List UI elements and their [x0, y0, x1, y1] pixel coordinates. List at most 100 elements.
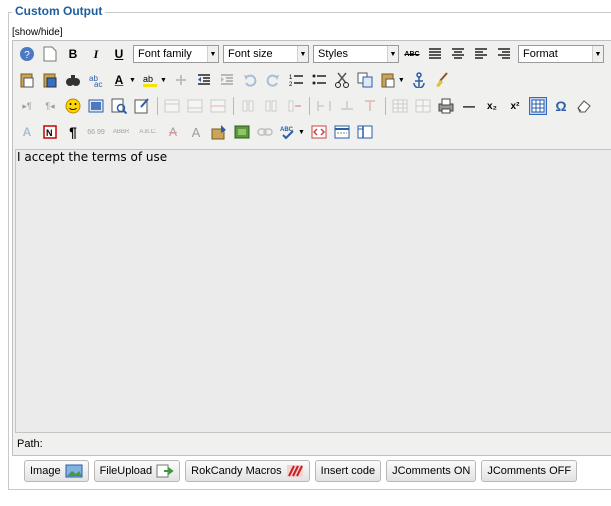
link-icon[interactable] — [256, 123, 274, 141]
cut-icon[interactable] — [333, 71, 351, 89]
strikethrough-button[interactable]: ABC — [403, 45, 421, 63]
spellcheck-icon[interactable]: ABC — [279, 123, 297, 141]
insert-layer-icon[interactable]: N — [41, 123, 59, 141]
svg-text:2: 2 — [289, 82, 293, 87]
copy-icon[interactable] — [356, 71, 374, 89]
style-props-icon[interactable]: A — [18, 123, 36, 141]
new-document-icon[interactable] — [41, 45, 59, 63]
delete-text-button[interactable]: A — [164, 123, 182, 141]
show-blocks-button[interactable]: ¶ — [64, 123, 82, 141]
cleanup-icon[interactable] — [433, 71, 451, 89]
emotions-icon[interactable] — [64, 97, 82, 115]
special-char-button[interactable]: Ω — [552, 97, 570, 115]
styles-select[interactable]: Styles ▼ — [313, 45, 399, 63]
image-button[interactable]: Image — [24, 460, 89, 482]
text-color-icon[interactable]: A — [110, 71, 128, 89]
file-upload-button[interactable]: FileUpload — [93, 460, 181, 482]
eraser-icon[interactable] — [575, 97, 593, 115]
paste-word-icon[interactable] — [41, 71, 59, 89]
image-icon — [65, 464, 83, 478]
abbr-button[interactable]: ABBR — [110, 123, 132, 141]
delete-col-icon[interactable] — [285, 97, 303, 115]
preview-icon[interactable] — [110, 97, 128, 115]
file-upload-icon — [156, 464, 174, 478]
numbered-list-icon[interactable]: 12 — [287, 71, 305, 89]
rtl-icon[interactable]: ¶◂ — [41, 97, 59, 115]
insert-row-after-icon[interactable] — [186, 97, 204, 115]
svg-text:ab: ab — [143, 74, 153, 84]
insert-row-before-icon[interactable] — [163, 97, 181, 115]
anchor-icon[interactable] — [410, 71, 428, 89]
svg-text:N: N — [46, 128, 53, 138]
table-split-icon[interactable] — [361, 97, 379, 115]
align-center-icon[interactable] — [449, 45, 467, 63]
remove-format-icon[interactable] — [172, 71, 190, 89]
insert-text-button[interactable]: A — [187, 123, 205, 141]
italic-button[interactable]: I — [87, 45, 105, 63]
jcomments-off-button-label: JComments OFF — [487, 465, 572, 477]
bullet-list-icon[interactable] — [310, 71, 328, 89]
underline-button[interactable]: U — [110, 45, 128, 63]
editor-content-area[interactable]: I accept the terms of use — [15, 149, 611, 433]
toolbar-separator — [309, 97, 310, 115]
font-family-select[interactable]: Font family ▼ — [133, 45, 219, 63]
insert-code-button-label: Insert code — [320, 465, 376, 477]
replace-icon[interactable]: ab ac — [87, 71, 105, 89]
table-icon[interactable] — [529, 97, 547, 115]
editor-content-text[interactable]: I accept the terms of use — [17, 150, 167, 164]
code-icon[interactable] — [310, 123, 328, 141]
print-icon[interactable] — [437, 97, 455, 115]
chevron-down-icon[interactable]: ▼ — [298, 129, 305, 136]
rokcandy-macros-button[interactable]: RokCandy Macros — [185, 460, 310, 482]
chevron-down-icon[interactable]: ▼ — [160, 77, 167, 84]
chevron-down-icon: ▼ — [387, 46, 398, 62]
insert-col-after-icon[interactable] — [262, 97, 280, 115]
indent-icon[interactable] — [218, 71, 236, 89]
align-right-icon[interactable] — [495, 45, 513, 63]
insert-code-button[interactable]: Insert code — [314, 460, 382, 482]
jcomments-off-button[interactable]: JComments OFF — [481, 460, 578, 482]
row-props-icon[interactable] — [414, 97, 432, 115]
chevron-down-icon[interactable]: ▼ — [398, 77, 405, 84]
rokcandy-icon — [286, 465, 303, 477]
read-more-icon[interactable] — [356, 123, 374, 141]
acronym-button[interactable]: A.B.C. — [137, 123, 159, 141]
insert-col-before-icon[interactable] — [239, 97, 257, 115]
edit-html-icon[interactable] — [133, 97, 151, 115]
toolbar-row-2: ab ac A ▼ ab ▼ 12 ▼ — [18, 69, 456, 91]
bold-button[interactable]: B — [64, 45, 82, 63]
ltr-icon[interactable]: ▸¶ — [18, 97, 36, 115]
file-upload-button-label: FileUpload — [99, 465, 153, 477]
attributes-icon[interactable] — [210, 123, 228, 141]
split-cells-icon[interactable] — [315, 97, 333, 115]
outdent-icon[interactable] — [195, 71, 213, 89]
delete-row-icon[interactable] — [209, 97, 227, 115]
align-left-icon[interactable] — [472, 45, 490, 63]
show-hide-toggle[interactable]: [show/hide] — [12, 27, 63, 38]
justify-full-icon[interactable] — [426, 45, 444, 63]
font-size-select[interactable]: Font size ▼ — [223, 45, 309, 63]
redo-icon[interactable] — [264, 71, 282, 89]
jcomments-on-button[interactable]: JComments ON — [386, 460, 477, 482]
cite-button[interactable]: 66 99 — [87, 123, 105, 141]
rokcandy-macros-button-label: RokCandy Macros — [191, 465, 282, 477]
media-icon[interactable] — [87, 97, 105, 115]
superscript-button[interactable]: x² — [506, 97, 524, 115]
paste-icon[interactable] — [379, 71, 397, 89]
format-select[interactable]: Format ▼ — [518, 45, 604, 63]
help-icon[interactable]: ? — [18, 45, 36, 63]
image-insert-icon[interactable] — [233, 123, 251, 141]
paste-text-icon[interactable] — [18, 71, 36, 89]
subscript-button[interactable]: x₂ — [483, 97, 501, 115]
find-icon[interactable] — [64, 71, 82, 89]
highlight-color-icon[interactable]: ab — [141, 71, 159, 89]
merge-cells-icon[interactable] — [338, 97, 356, 115]
horizontal-rule-button[interactable]: — — [460, 97, 478, 115]
toolbar-separator — [233, 97, 234, 115]
chevron-down-icon[interactable]: ▼ — [129, 77, 136, 84]
undo-icon[interactable] — [241, 71, 259, 89]
page-break-icon[interactable] — [333, 123, 351, 141]
fieldset-legend: Custom Output — [12, 4, 106, 18]
cell-props-icon[interactable] — [391, 97, 409, 115]
svg-text:1: 1 — [289, 75, 293, 81]
